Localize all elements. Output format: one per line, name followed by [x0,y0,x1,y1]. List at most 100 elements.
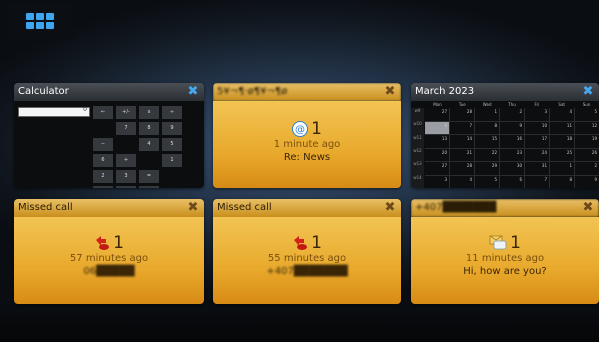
calculator-key[interactable]: 0 [93,186,113,188]
close-icon[interactable]: ✖ [581,85,595,99]
close-icon[interactable]: ✖ [186,85,200,99]
missed-call-widget[interactable]: Missed call ✖ 1 55 minutes ago +407█████… [213,199,401,304]
calculator-key[interactable]: 6 [93,154,113,167]
calculator-key[interactable]: 4 [139,138,159,151]
calculator-key[interactable]: 9 [162,122,182,135]
calendar-day[interactable]: 21 [450,148,474,161]
calculator-key[interactable]: − [93,138,113,151]
missed-call-title: Missed call [14,199,204,217]
calendar-day[interactable]: 16 [500,135,524,148]
email-subject: Re: News [283,152,331,163]
calculator-key[interactable]: 8 [139,122,159,135]
calculator-key[interactable]: x [139,106,159,119]
calendar-day[interactable]: 19 [575,135,599,148]
calendar-day[interactable]: 24 [525,148,549,161]
calendar-day[interactable]: 3 [425,175,449,188]
calendar-week-number: w10 [413,121,422,127]
calendar-day[interactable]: 25 [550,148,574,161]
sender-number: +407███████ [411,199,599,217]
caller-number: +407███████ [266,266,348,277]
message-time: 11 minutes ago [465,253,545,264]
calculator-keypad: ←+/-x÷ 789 − 45 6+1 23= 0. [93,106,182,188]
calendar-day[interactable]: 1 [475,108,499,121]
calendar-day[interactable]: 10 [525,121,549,134]
close-icon[interactable]: ✖ [581,201,595,215]
calendar-day[interactable]: 6 [500,175,524,188]
calendar-day[interactable]: 27 [425,162,449,175]
calculator-key[interactable] [139,186,159,188]
calendar-day[interactable]: 9 [575,175,599,188]
calculator-key[interactable]: + [116,154,136,167]
calendar-day[interactable]: 30 [500,162,524,175]
calendar-day[interactable]: 12 [575,121,599,134]
calendar-day[interactable]: 8 [550,175,574,188]
calculator-body: 0 ←+/-x÷ 789 − 45 6+1 23= 0. [14,101,204,188]
calendar-week-number: w11 [413,134,422,140]
calendar-weekday: Sat [558,102,565,107]
calendar-day[interactable]: 2 [500,108,524,121]
calendar-day[interactable]: 5 [475,175,499,188]
calendar-day[interactable]: 4 [450,175,474,188]
calendar-day[interactable]: 4 [550,108,574,121]
svg-text:@: @ [295,125,305,136]
calendar-week-number: w9 [414,108,421,113]
calendar-widget[interactable]: March 2023 ✖ Mon Tue Wed Thu Fri Sat Sun w9 w10… [411,83,599,188]
calendar-day[interactable]: 22 [475,148,499,161]
calendar-weekday: Sun [582,102,591,107]
email-account-title: 5¥¬¶·ø¶¥¬¶ø [213,83,401,101]
message-icon [489,235,507,250]
calendar-day[interactable]: 27 [425,108,449,121]
calendar-day[interactable]: 15 [475,135,499,148]
calculator-key[interactable]: 2 [93,170,113,183]
calendar-day[interactable]: 29 [475,162,499,175]
calculator-key[interactable]: ← [93,106,113,119]
calendar-day[interactable]: 8 [475,121,499,134]
calendar-day[interactable]: 11 [550,121,574,134]
calendar-weekday: Thu [508,102,516,107]
calendar-day[interactable]: 6 [425,121,449,134]
calendar-day[interactable]: 5 [575,108,599,121]
calculator-key[interactable]: +/- [116,106,136,119]
calculator-key[interactable]: 1 [162,154,182,167]
email-time: 1 minute ago [273,139,341,150]
calendar-day[interactable]: 28 [450,108,474,121]
calculator-display: 0 [18,106,90,117]
calendar-day[interactable]: 23 [500,148,524,161]
calendar-weekday: Tue [458,102,466,107]
calendar-title: March 2023 [411,83,599,101]
calendar-day[interactable]: 9 [500,121,524,134]
calculator-key[interactable]: 5 [162,138,182,151]
missed-call-widget[interactable]: Missed call ✖ 1 57 minutes ago 06█████ [14,199,204,304]
caller-number: 06█████ [83,266,135,277]
calendar-day[interactable]: 2 [575,162,599,175]
calculator-key[interactable]: 3 [116,170,136,183]
close-icon[interactable]: ✖ [383,85,397,99]
calculator-title: Calculator [14,83,204,101]
calculator-key[interactable]: = [139,170,159,183]
calculator-key[interactable]: ÷ [162,106,182,119]
message-notification-widget[interactable]: +407███████ ✖ 1 11 minutes ago Hi, how a… [411,199,599,304]
email-notification-widget[interactable]: 5¥¬¶·ø¶¥¬¶ø ✖ @1 1 minute ago Re: News [213,83,401,188]
calendar-day[interactable]: 17 [525,135,549,148]
calendar-week-number: w12 [413,147,422,153]
calendar-day[interactable]: 7 [450,121,474,134]
calendar-day[interactable]: 26 [575,148,599,161]
close-icon[interactable]: ✖ [383,201,397,215]
calendar-body: Mon Tue Wed Thu Fri Sat Sun w9 w10 w11 w12 w13 w14 … [411,101,599,188]
close-icon[interactable]: ✖ [186,201,200,215]
calendar-day[interactable]: 1 [550,162,574,175]
calendar-day[interactable]: 7 [525,175,549,188]
at-sign-icon: @ [292,121,309,137]
calendar-day[interactable]: 18 [550,135,574,148]
calendar-day[interactable]: 14 [450,135,474,148]
calendar-day[interactable]: 3 [525,108,549,121]
calendar-day[interactable]: 20 [425,148,449,161]
calendar-day[interactable]: 28 [450,162,474,175]
calculator-widget[interactable]: Calculator ✖ 0 ←+/-x÷ 789 − 45 6+1 23= 0. [14,83,204,188]
app-grid-icon [26,13,54,30]
app-launcher-button[interactable] [6,3,74,40]
calendar-day[interactable]: 13 [425,135,449,148]
calculator-key[interactable]: 7 [116,122,136,135]
calendar-day[interactable]: 31 [525,162,549,175]
calculator-key[interactable]: . [116,186,136,188]
